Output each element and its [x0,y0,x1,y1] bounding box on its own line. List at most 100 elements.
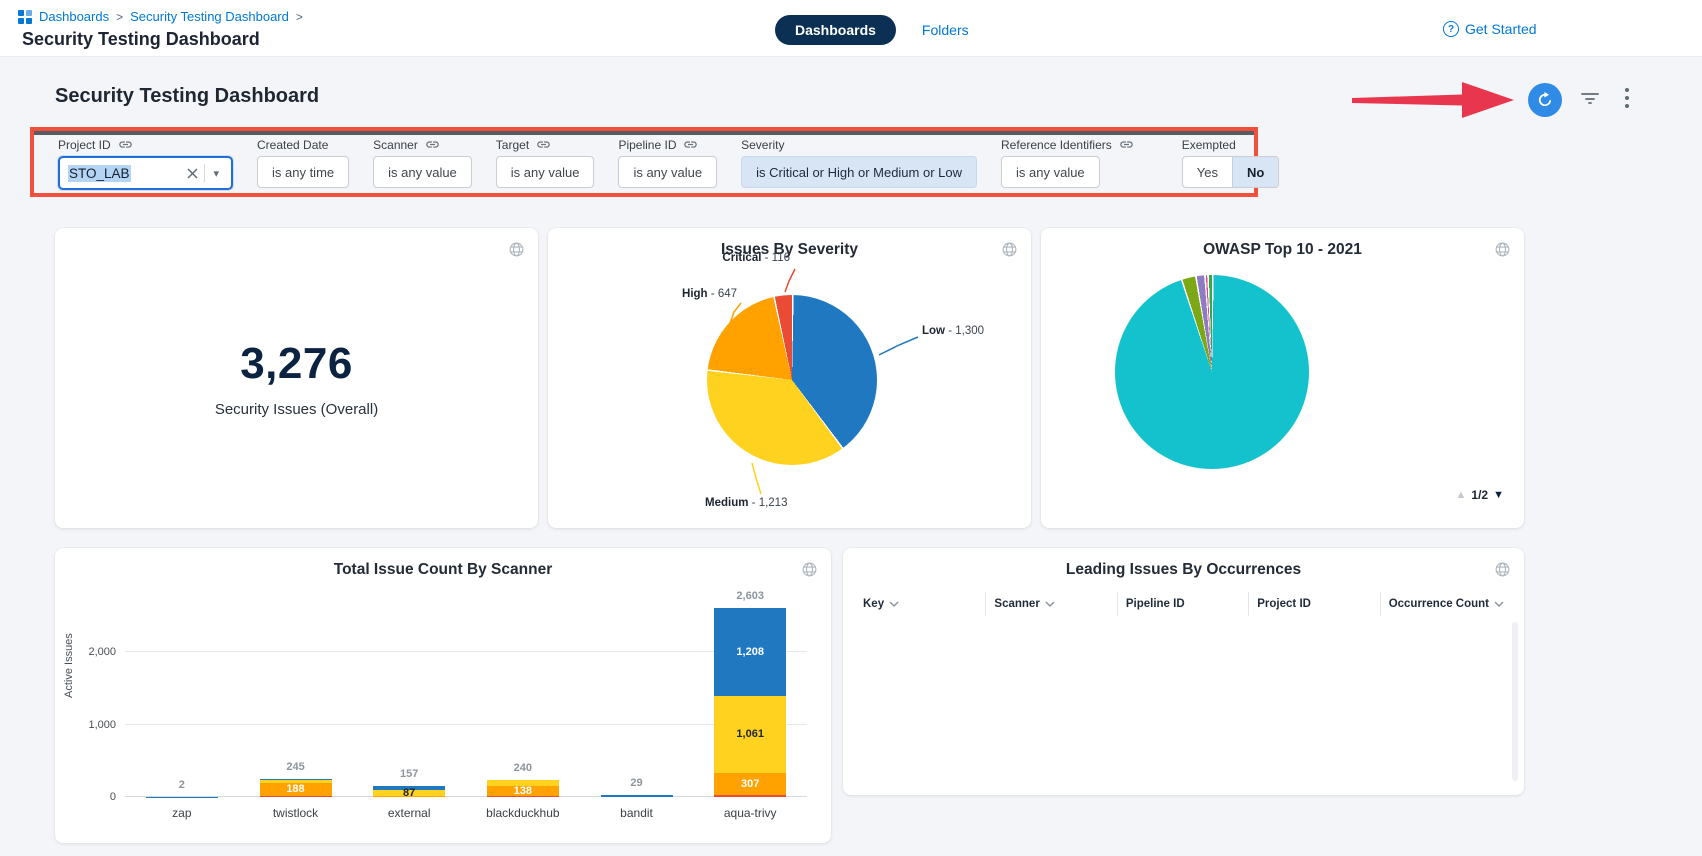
bar-column[interactable]: 29 [580,592,694,797]
page-up-icon[interactable]: ▲ [1456,489,1467,501]
bar-total-label: 157 [352,768,466,780]
filter-label-reference-identifiers: Reference Identifiers [1001,138,1112,152]
bar-segment-orange[interactable]: 188 [260,783,332,797]
column-header-scanner[interactable]: Scanner [986,592,1117,616]
column-header-project-id[interactable]: Project ID [1249,592,1380,616]
bar-column[interactable]: 138 240 [466,592,580,797]
column-header-occurrence-count[interactable]: Occurrence Count [1381,592,1512,616]
bar-total-label: 2 [125,779,239,791]
created-date-filter-button[interactable]: is any time [257,156,349,188]
filter-reference-identifiers: Reference Identifiers is any value [1001,136,1134,188]
issues-by-severity-card: Issues By Severity Critical116 High647 L… [548,228,1031,528]
owasp-pagination: ▲ 1/2 ▼ [1456,488,1504,502]
filter-pipeline-id: Pipeline ID is any value [618,136,717,188]
bar-segment-blue[interactable]: 1,208 [714,608,786,696]
annotation-arrow [1350,78,1518,122]
annotation-red-box: Project ID STO_LAB ▾ [30,127,1258,197]
breadcrumb-separator: > [116,10,123,24]
page-down-icon[interactable]: ▼ [1493,489,1504,501]
globe-icon [1001,241,1018,258]
filter-lines-icon [1580,90,1600,106]
tab-dashboards[interactable]: Dashboards [775,15,896,45]
owasp-pie-chart[interactable] [1115,275,1309,469]
bar-category-labels: zaptwistlockexternalblackduckhubbanditaq… [125,806,807,820]
y-axis-title: Active Issues [63,633,75,698]
filter-bar: Project ID STO_LAB ▾ [34,131,1254,193]
breadcrumb-separator: > [296,10,303,24]
breadcrumb: Dashboards > Security Testing Dashboard … [18,9,303,24]
dashboard-filters-button[interactable] [1580,90,1600,106]
bar-column[interactable]: 2 [125,592,239,797]
severity-callout-low: Low1,300 [922,325,984,337]
kebab-menu-icon [1624,87,1630,109]
filter-created-date: Created Date is any time [257,136,349,188]
y-tick-0: 0 [110,791,116,803]
bar-stack[interactable] [601,795,673,797]
y-tick-1000: 1,000 [88,719,116,731]
refresh-button[interactable] [1528,83,1562,117]
project-id-input[interactable]: STO_LAB ▾ [58,156,233,190]
chevron-down-icon [1045,601,1055,607]
bar-stack[interactable]: 138 [487,780,559,797]
app-root: Dashboards > Security Testing Dashboard … [0,0,1702,856]
severity-callout-high: High647 [682,288,737,300]
header-tabs: Dashboards Folders [775,15,969,45]
help-question-icon: ? [1443,21,1459,37]
bar-total-label: 2,603 [693,590,807,602]
exempted-option-yes[interactable]: Yes [1183,157,1232,187]
owasp-top10-card: OWASP Top 10 - 2021 ▲ 1/2 ▼ [1041,228,1524,528]
severity-pie-chart[interactable] [707,295,877,465]
bar-column[interactable]: 87 157 [352,592,466,797]
breadcrumb-current[interactable]: Security Testing Dashboard [130,9,289,24]
security-issues-overall-card: 3,276 Security Issues (Overall) [55,228,538,528]
severity-callout-critical: Critical116 [722,252,790,264]
column-header-key[interactable]: Key [855,592,986,616]
bar-segment-yellow[interactable]: 1,061 [714,696,786,773]
bar-segment-red[interactable] [260,796,332,797]
link-icon [425,137,440,152]
page-title: Security Testing Dashboard [22,29,260,50]
filter-scanner: Scanner is any value [373,136,472,188]
get-started-link[interactable]: ? Get Started [1443,21,1537,37]
bar-stack[interactable]: 188 [260,779,332,797]
scanner-filter-button[interactable]: is any value [373,156,472,188]
chevron-down-icon[interactable]: ▾ [205,167,223,180]
tab-folders[interactable]: Folders [922,22,969,38]
bar-segment-blue[interactable] [601,795,673,797]
bar-column[interactable]: 188 245 [239,592,353,797]
bar-column[interactable]: 3071,0611,208 2,603 [693,592,807,797]
bar-segment-orange[interactable]: 307 [714,773,786,795]
bar-stack[interactable]: 3071,0611,208 [714,608,786,797]
top-bar: Dashboards > Security Testing Dashboard … [0,0,1702,57]
link-icon [536,137,551,152]
pipeline-id-filter-button[interactable]: is any value [618,156,717,188]
filter-target: Target is any value [496,136,595,188]
bar-category-label: external [352,806,466,820]
target-filter-button[interactable]: is any value [496,156,595,188]
severity-callout-medium: Medium1,213 [705,497,787,509]
bar-total-label: 240 [466,762,580,774]
leading-issues-card: Leading Issues By Occurrences Key Scanne… [843,548,1524,795]
clear-icon[interactable] [181,168,204,179]
dashboard-actions-menu-button[interactable] [1624,87,1630,109]
occurrences-table-title: Leading Issues By Occurrences [843,561,1524,579]
bar-segment-red[interactable] [714,795,786,797]
table-scrollbar[interactable] [1512,622,1518,781]
column-header-pipeline-id[interactable]: Pipeline ID [1118,592,1249,616]
bar-total-label: 245 [239,761,353,773]
bar-total-label: 29 [580,777,694,789]
filter-label-severity: Severity [741,138,784,152]
severity-filter-chip[interactable]: is Critical or High or Medium or Low [741,156,977,188]
bar-stack[interactable]: 87 [373,786,445,797]
breadcrumb-dashboards[interactable]: Dashboards [39,9,109,24]
exempted-toggle: Yes No [1182,156,1280,188]
filter-label-target: Target [496,138,529,152]
bar-segment-orange[interactable]: 138 [487,786,559,796]
metric-value: 3,276 [240,339,353,389]
project-id-value: STO_LAB [68,165,131,182]
exempted-option-no[interactable]: No [1232,157,1278,187]
filter-project-id: Project ID STO_LAB ▾ [58,136,233,190]
bar-columns: 2 188 245 87 157 138 24029 3071,0611,208 2,603 [125,592,807,797]
refresh-icon [1536,91,1554,109]
reference-identifiers-filter-button[interactable]: is any value [1001,156,1100,188]
